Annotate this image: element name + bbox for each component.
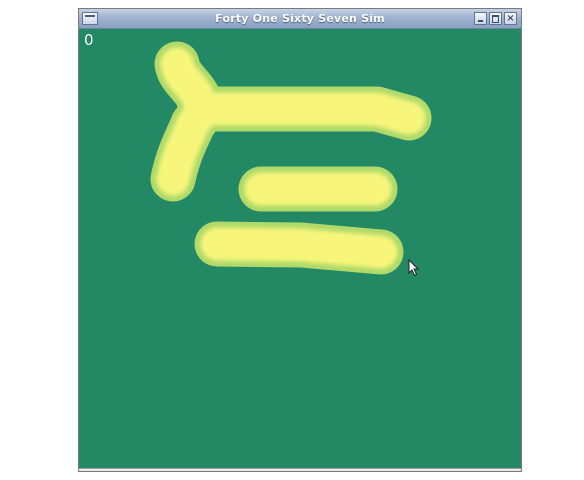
close-icon[interactable]: ×: [504, 12, 517, 25]
drawn-strokes: [150, 41, 432, 275]
stroke-branch: [156, 107, 210, 196]
mouse-pointer-icon: [408, 259, 420, 277]
game-canvas[interactable]: 0: [79, 29, 521, 470]
stroke-top-bar: [188, 92, 426, 135]
window-title: Forty One Sixty Seven Sim: [215, 12, 385, 25]
minimize-icon[interactable]: [474, 12, 487, 25]
app-window: Forty One Sixty Seven Sim × 0: [78, 8, 522, 472]
bottom-border: [79, 468, 521, 471]
title-bar[interactable]: Forty One Sixty Seven Sim ×: [79, 9, 521, 29]
stroke-bottom-bar: [200, 227, 398, 269]
maximize-icon[interactable]: [489, 12, 502, 25]
